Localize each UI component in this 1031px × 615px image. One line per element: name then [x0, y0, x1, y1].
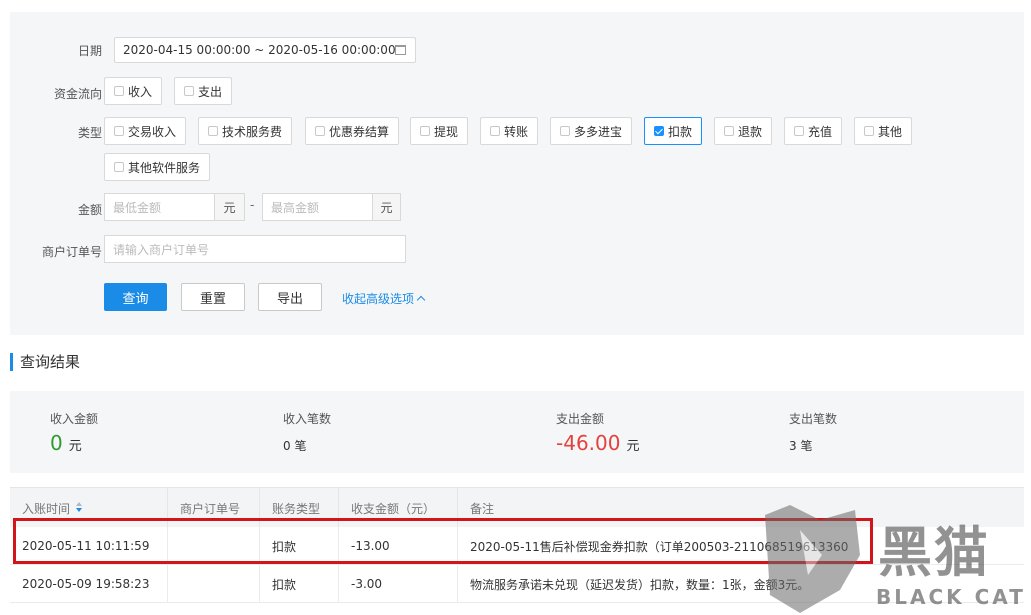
flow-option-income[interactable]: 收入: [104, 77, 163, 105]
expense-amount-label: 支出金额: [556, 412, 605, 426]
type-option-label: 交易收入: [128, 124, 177, 139]
type-option-deduction[interactable]: 扣款: [644, 117, 703, 145]
checkbox-icon: [724, 126, 734, 136]
type-option-label: 技术服务费: [222, 124, 283, 139]
chevron-up-icon: [416, 295, 426, 305]
reset-button[interactable]: 重置: [181, 283, 245, 311]
checkbox-icon: [114, 86, 124, 96]
expense-amount: -46.00 元: [556, 431, 640, 455]
amount-max-input[interactable]: 最高金额: [262, 193, 373, 221]
income-count-label: 收入笔数: [283, 412, 332, 426]
column-header-amount: 收支金额（元）: [339, 488, 458, 528]
amount-max-unit: 元: [373, 193, 401, 221]
type-option-label: 其他软件服务: [128, 160, 201, 175]
type-option-label: 转账: [504, 124, 529, 139]
type-option-label: 充值: [808, 124, 833, 139]
amount-min-unit: 元: [215, 193, 245, 221]
expense-count: 3 笔: [789, 439, 813, 453]
checkbox-icon: [794, 126, 804, 136]
type-option-transfer[interactable]: 转账: [480, 117, 539, 145]
checkbox-checked-icon: [654, 126, 664, 136]
column-header-time[interactable]: 入账时间: [10, 488, 168, 528]
cell-amount: -13.00: [339, 527, 458, 565]
amount-min-input[interactable]: 最低金额: [104, 193, 215, 221]
income-amount-value: 0: [50, 431, 63, 455]
checkbox-icon: [114, 126, 124, 136]
checkbox-icon: [315, 126, 325, 136]
type-option-label: 提现: [434, 124, 459, 139]
results-summary: 收入金额 0 元 收入笔数 0 笔 支出金额 -46.00 元 支出笔数 3 笔: [10, 391, 1024, 473]
type-option-duoduo-jinbao[interactable]: 多多进宝: [550, 117, 633, 145]
checkbox-icon: [560, 126, 570, 136]
checkbox-icon: [420, 126, 430, 136]
query-button[interactable]: 查询: [104, 283, 167, 311]
income-amount-label: 收入金额: [50, 412, 99, 426]
income-amount-unit: 元: [68, 439, 82, 454]
order-label: 商户订单号: [41, 245, 102, 259]
type-option-withdraw[interactable]: 提现: [410, 117, 469, 145]
checkbox-icon: [114, 162, 124, 172]
cell-order: [168, 565, 260, 603]
type-option-other-software[interactable]: 其他软件服务: [104, 153, 211, 181]
export-button[interactable]: 导出: [258, 283, 322, 311]
watermark-cn: 黑猫: [878, 521, 990, 584]
income-amount: 0 元: [50, 431, 82, 455]
type-option-trade-income[interactable]: 交易收入: [104, 117, 187, 145]
type-option-other[interactable]: 其他: [854, 117, 913, 145]
expense-amount-unit: 元: [626, 439, 640, 454]
expense-amount-value: -46.00: [556, 431, 621, 455]
column-header-order: 商户订单号: [168, 488, 260, 528]
collapse-advanced-link[interactable]: 收起高级选项: [342, 290, 426, 307]
type-option-label: 其他: [878, 124, 903, 139]
checkbox-icon: [864, 126, 874, 136]
type-option-label: 多多进宝: [574, 124, 623, 139]
filter-panel: 日期 2020-04-15 00:00:00 ~ 2020-05-16 00:0…: [10, 12, 1024, 335]
type-option-label: 退款: [738, 124, 763, 139]
column-header-label: 入账时间: [22, 501, 71, 516]
type-option-coupon-settlement[interactable]: 优惠券结算: [305, 117, 400, 145]
type-option-label: 优惠券结算: [329, 124, 390, 139]
flow-option-label: 支出: [198, 84, 223, 99]
calendar-icon: [395, 45, 406, 55]
cell-amount: -3.00: [339, 565, 458, 603]
type-option-refund[interactable]: 退款: [714, 117, 773, 145]
column-header-type: 账务类型: [260, 488, 339, 528]
amount-separator: -: [250, 198, 255, 212]
flow-label: 资金流向: [53, 87, 102, 101]
cell-time: 2020-05-09 19:58:23: [10, 565, 168, 603]
flow-option-label: 收入: [128, 84, 153, 99]
type-option-tech-fee[interactable]: 技术服务费: [198, 117, 293, 145]
checkbox-icon: [184, 86, 194, 96]
order-input[interactable]: 请输入商户订单号: [104, 235, 406, 263]
checkbox-icon: [490, 126, 500, 136]
cell-type: 扣款: [260, 565, 339, 603]
flow-option-expense[interactable]: 支出: [174, 77, 233, 105]
checkbox-icon: [208, 126, 218, 136]
expense-count-label: 支出笔数: [789, 412, 838, 426]
cell-type: 扣款: [260, 527, 339, 565]
amount-label: 金额: [77, 203, 102, 217]
watermark-en: BLACK CAT: [876, 585, 1026, 609]
collapse-advanced-label: 收起高级选项: [342, 292, 415, 306]
date-label: 日期: [77, 44, 102, 58]
income-count: 0 笔: [283, 439, 307, 453]
type-label: 类型: [77, 126, 102, 140]
date-range-picker[interactable]: 2020-04-15 00:00:00 ~ 2020-05-16 00:00:0…: [114, 37, 416, 63]
results-title: 查询结果: [10, 353, 80, 371]
type-option-label: 扣款: [668, 124, 693, 139]
type-option-recharge[interactable]: 充值: [784, 117, 843, 145]
cell-order: [168, 527, 260, 565]
cell-time: 2020-05-11 10:11:59: [10, 527, 168, 565]
date-range-value: 2020-04-15 00:00:00 ~ 2020-05-16 00:00:0…: [123, 43, 396, 57]
